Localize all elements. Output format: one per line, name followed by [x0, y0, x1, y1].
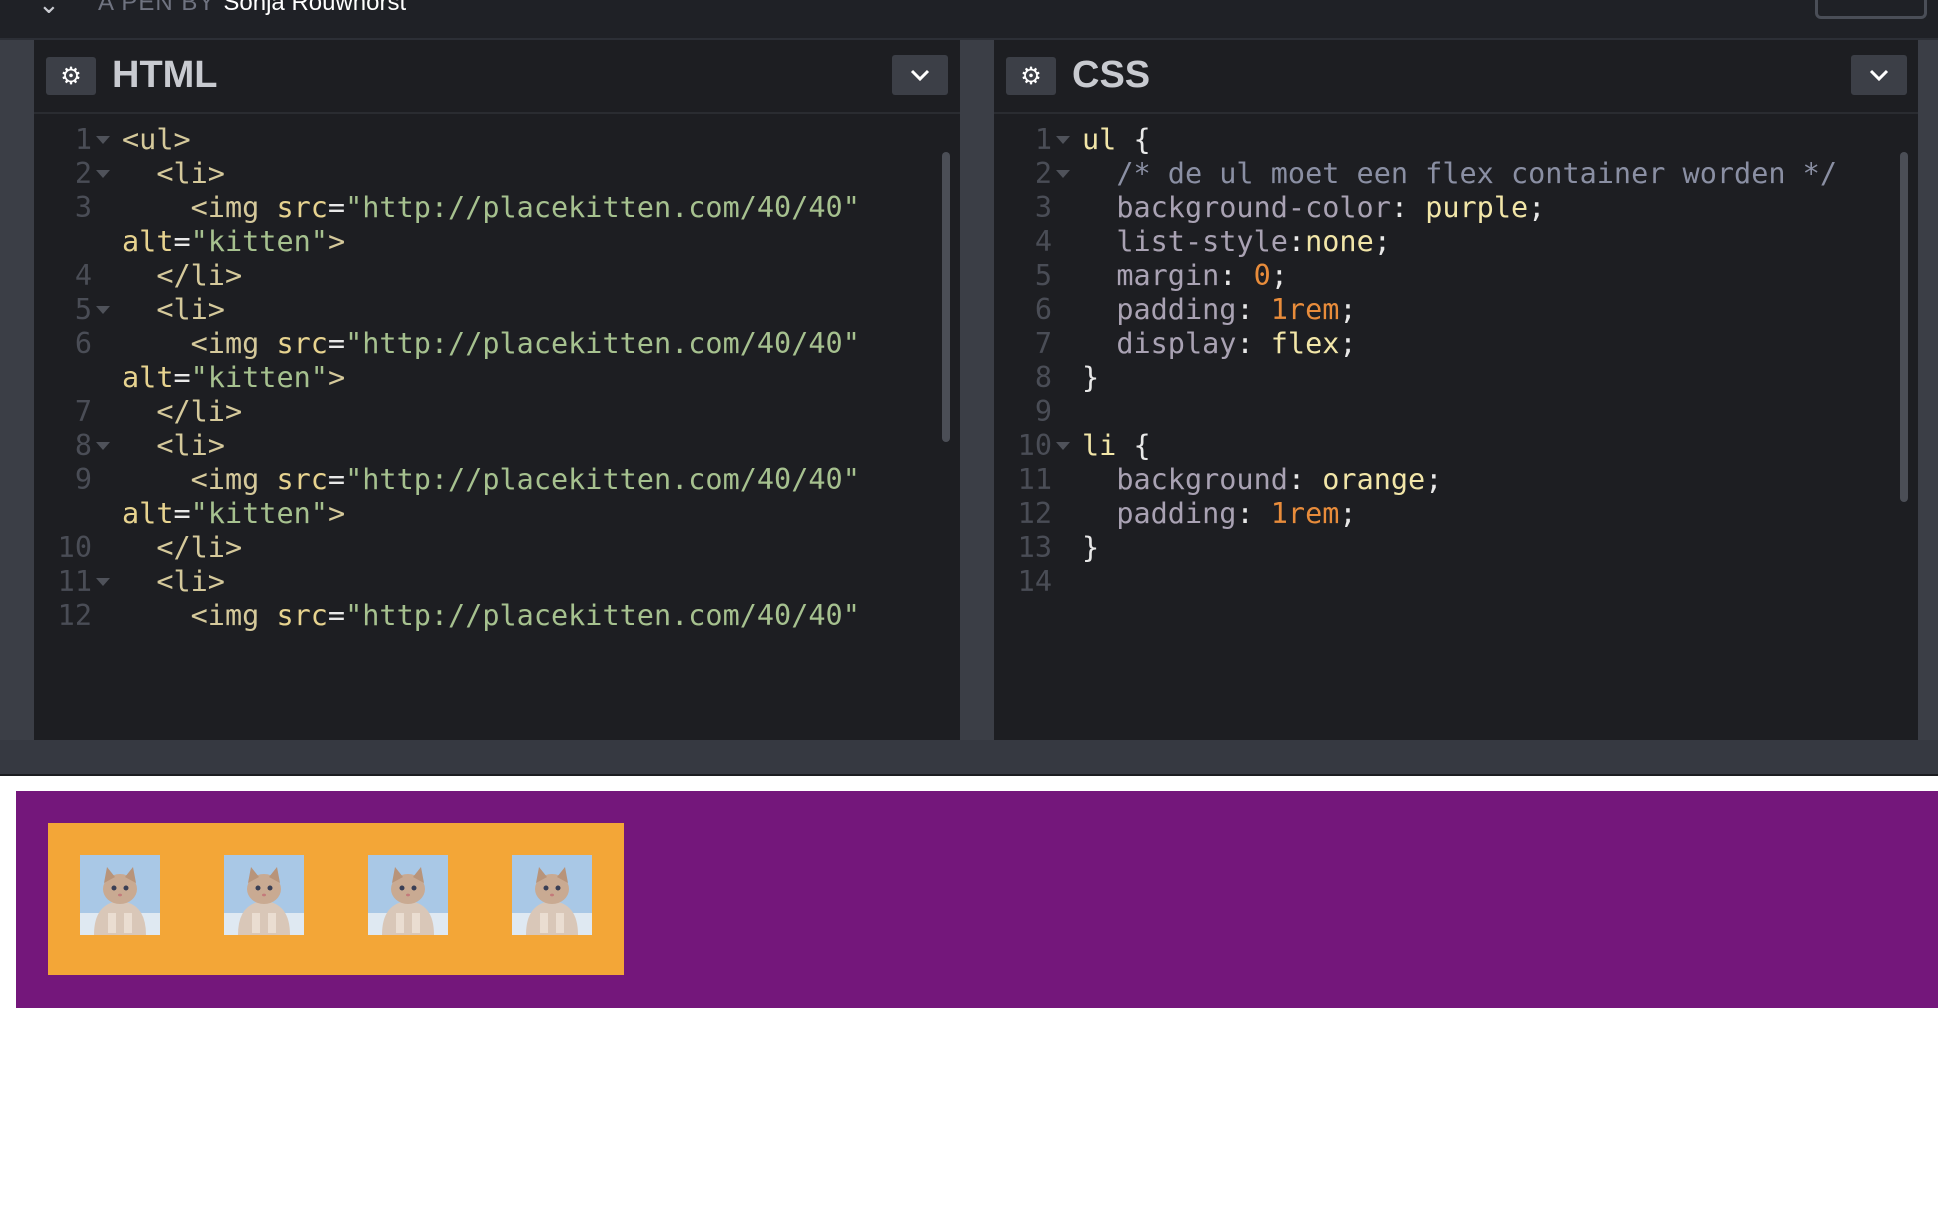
line-number: 14 [1017, 565, 1052, 598]
fold-arrow-icon[interactable] [96, 306, 110, 314]
code-text: display: flex; [1116, 327, 1357, 360]
kitten-image [368, 855, 448, 935]
code-text: } [1082, 531, 1100, 564]
css-editor-pane: ⚙ CSS 1 ul {2 /* de ul moet een flex cont… [994, 40, 1918, 740]
gear-icon: ⚙ [1020, 62, 1042, 90]
css-pane-header: ⚙ CSS [994, 40, 1918, 114]
header-button[interactable] [1815, 0, 1927, 19]
preview-li [48, 823, 624, 975]
html-pane-title: HTML [112, 54, 218, 96]
line-number: 9 [74, 463, 92, 496]
fold-arrow-icon[interactable] [96, 136, 110, 144]
html-code-editor[interactable]: 1 <ul> 2 <li> 3 <img src="http://placekitte… [34, 114, 960, 740]
chevron-down-icon [1869, 69, 1889, 82]
kitten-image [512, 855, 592, 935]
pen-byline: A PEN BY Sonja Rouwhorst [98, 0, 406, 17]
fold-arrow-icon[interactable] [96, 578, 110, 586]
line-number: 3 [74, 191, 92, 224]
preview-ul [16, 791, 1938, 1008]
html-settings-button[interactable]: ⚙ [46, 57, 96, 95]
html-scrollbar[interactable] [942, 152, 950, 442]
kitten-image [80, 855, 160, 935]
chevron-down-icon [910, 69, 930, 82]
line-number: 12 [57, 599, 92, 632]
editors-area: ⚙ HTML 1 <ul> 2 <li> 3 <img src="http://pla… [0, 40, 1938, 740]
css-collapse-button[interactable] [1851, 55, 1907, 95]
css-code-editor[interactable]: 1 ul {2 /* de ul moet een flex container … [994, 114, 1918, 740]
author-link[interactable]: Sonja Rouwhorst [223, 0, 406, 16]
line-number: 6 [74, 327, 92, 360]
css-scrollbar[interactable] [1900, 152, 1908, 502]
code-text: padding: 1rem; [1116, 497, 1357, 530]
fold-arrow-icon[interactable] [96, 442, 110, 450]
css-settings-button[interactable]: ⚙ [1006, 57, 1056, 95]
kitten-image [224, 855, 304, 935]
fold-arrow-icon[interactable] [1056, 136, 1070, 144]
code-text: <img src="http://placekitten.com/40/40" [190, 599, 860, 632]
fold-arrow-icon[interactable] [96, 170, 110, 178]
html-collapse-button[interactable] [892, 55, 948, 95]
preview-resize-handle[interactable] [0, 740, 1938, 776]
result-preview [0, 776, 1938, 1228]
top-bar: ⌄ A PEN BY Sonja Rouwhorst [0, 0, 1938, 40]
code-text: } [1082, 361, 1100, 394]
fold-arrow-icon[interactable] [1056, 442, 1070, 450]
css-pane-title: CSS [1072, 54, 1151, 96]
fold-arrow-icon[interactable] [1056, 170, 1070, 178]
html-editor-pane: ⚙ HTML 1 <ul> 2 <li> 3 <img src="http://pla… [34, 40, 960, 740]
html-pane-header: ⚙ HTML [34, 40, 960, 114]
gear-icon: ⚙ [60, 62, 82, 90]
chevron-down-icon[interactable]: ⌄ [38, 0, 60, 20]
